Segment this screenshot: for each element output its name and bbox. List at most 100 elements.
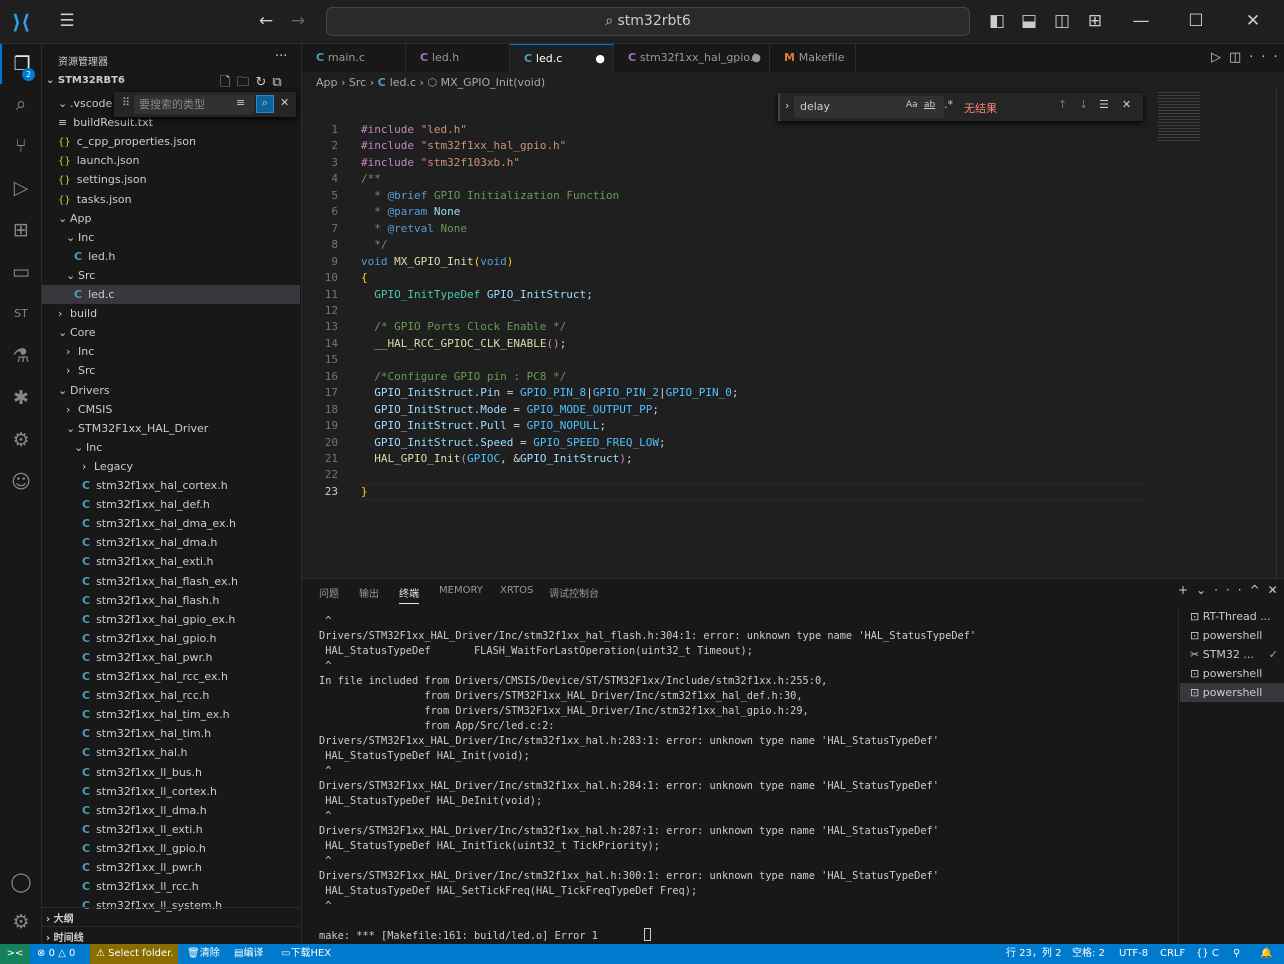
tree-item[interactable]: Cstm32f1xx_hal_tim.h <box>42 724 300 743</box>
tree-item[interactable]: {} launch.json <box>42 151 300 170</box>
breadcrumb-item[interactable]: Src <box>349 76 366 89</box>
tree-item[interactable]: Cstm32f1xx_hal_rcc.h <box>42 686 300 705</box>
tree-item[interactable]: › Src <box>42 361 300 380</box>
tree-item[interactable]: {} settings.json <box>42 170 300 189</box>
tree-item[interactable]: Cstm32f1xx_ll_cortex.h <box>42 782 300 801</box>
maximize-panel-icon[interactable]: ^ <box>1250 583 1268 597</box>
find-input[interactable]: delay <box>794 96 944 118</box>
tree-item[interactable]: ⌄ App <box>42 209 300 228</box>
indentation[interactable]: 空格: 2 <box>1072 944 1105 964</box>
language-mode[interactable]: {} C <box>1196 944 1219 964</box>
panel-tab-5[interactable]: 调试控制台 <box>549 585 599 600</box>
tree-item[interactable]: Cstm32f1xx_ll_pwr.h <box>42 858 300 877</box>
tree-item[interactable]: › build <box>42 304 300 323</box>
toggle-sidebar-icon[interactable]: ◧ <box>986 10 1008 32</box>
tree-item[interactable]: Cstm32f1xx_hal_gpio.h <box>42 629 300 648</box>
tree-item[interactable]: › Legacy <box>42 457 300 476</box>
tab-led-c[interactable]: C led.c ● <box>510 44 614 72</box>
tree-item[interactable]: Cstm32f1xx_ll_dma.h <box>42 801 300 820</box>
platformio-icon[interactable]: ☺ <box>0 462 42 502</box>
copilot-icon[interactable]: ⚲ <box>1233 944 1240 964</box>
match-case-icon[interactable]: Aa <box>906 100 918 110</box>
split-editor-icon[interactable]: ◫ <box>1229 50 1249 65</box>
new-terminal-icon[interactable]: +⌄ <box>1178 583 1214 597</box>
find-in-selection-icon[interactable]: ☰ <box>1099 98 1109 111</box>
previous-match-icon[interactable]: ↑ <box>1058 98 1067 111</box>
source-control-icon[interactable]: ⑂ <box>0 126 42 166</box>
rt-thread-icon[interactable]: ✱ <box>0 378 42 418</box>
tree-item[interactable]: {} c_cpp_properties.json <box>42 132 300 151</box>
run-debug-icon[interactable]: ▷ <box>0 168 42 208</box>
remote-indicator[interactable]: >< <box>0 944 30 964</box>
workspace-root[interactable]: ⌄ STM32RBT6 <box>46 75 125 86</box>
unsaved-dot-icon[interactable]: ● <box>595 45 605 73</box>
tree-item[interactable]: Cstm32f1xx_hal_cortex.h <box>42 476 300 495</box>
tree-item[interactable]: Cstm32f1xx_hal.h <box>42 743 300 762</box>
tree-item[interactable]: Cstm32f1xx_hal_gpio_ex.h <box>42 610 300 629</box>
extensions-icon[interactable]: ⊞ <box>0 210 42 250</box>
encoding[interactable]: UTF-8 <box>1119 944 1148 964</box>
drag-handle-icon[interactable]: ⠿ <box>122 96 130 109</box>
tree-item[interactable]: › CMSIS <box>42 400 300 419</box>
terminal-instance[interactable]: ⊡ powershell <box>1180 683 1284 702</box>
clean-button[interactable]: 🗑清除 <box>187 944 220 964</box>
close-panel-icon[interactable]: ✕ <box>1268 583 1284 597</box>
panel-tab-3[interactable]: MEMORY <box>439 585 483 596</box>
tree-item[interactable]: Cled.c <box>42 285 300 304</box>
remote-explorer-icon[interactable]: ▭ <box>0 252 42 292</box>
tree-item[interactable]: ⌄ Inc <box>42 228 300 247</box>
tree-item[interactable]: Cled.h <box>42 247 300 266</box>
tree-item[interactable]: Cstm32f1xx_hal_def.h <box>42 495 300 514</box>
build-button[interactable]: ▤编译 <box>234 944 263 964</box>
terminal-instance[interactable]: ⊡ powershell <box>1180 626 1284 645</box>
tab-led-h[interactable]: C led.h <box>406 44 510 72</box>
terminal-instance[interactable]: ✂ STM32 ... ✓ <box>1180 645 1284 664</box>
tree-item[interactable]: Cstm32f1xx_ll_exti.h <box>42 820 300 839</box>
tree-item[interactable]: Cstm32f1xx_ll_bus.h <box>42 763 300 782</box>
toggle-panel-icon[interactable]: ⬓ <box>1018 10 1040 32</box>
unsaved-dot-icon[interactable]: ● <box>751 44 761 72</box>
tree-item[interactable]: Cstm32f1xx_ll_gpio.h <box>42 839 300 858</box>
refresh-icon[interactable]: ↻ <box>255 75 272 90</box>
maximize-icon[interactable]: ☐ <box>1185 10 1207 32</box>
tree-item[interactable]: Cstm32f1xx_hal_rcc_ex.h <box>42 667 300 686</box>
tree-item[interactable]: Cstm32f1xx_hal_pwr.h <box>42 648 300 667</box>
tree-item[interactable]: Cstm32f1xx_hal_exti.h <box>42 552 300 571</box>
more-icon[interactable]: ··· <box>1214 583 1249 597</box>
tree-item[interactable]: Cstm32f1xx_hal_dma_ex.h <box>42 514 300 533</box>
fuzzy-match-icon[interactable]: ⌕ <box>256 95 274 113</box>
tree-item[interactable]: ⌄ Core <box>42 323 300 342</box>
tab-main-c[interactable]: C main.c <box>302 44 406 72</box>
tree-item[interactable]: ⌄ STM32F1xx_HAL_Driver <box>42 419 300 438</box>
forward-arrow-icon[interactable]: → <box>287 10 309 32</box>
panel-tab-4[interactable]: XRTOS <box>500 585 533 596</box>
terminal-instance[interactable]: ⊡ RT-Thread ... <box>1180 607 1284 626</box>
customize-layout-icon[interactable]: ⊞ <box>1084 10 1106 32</box>
regex-icon[interactable]: .* <box>944 98 953 111</box>
panel-tab-2[interactable]: 终端 <box>399 585 419 604</box>
tree-item[interactable]: Cstm32f1xx_hal_dma.h <box>42 533 300 552</box>
tree-item[interactable]: Cstm32f1xx_hal_flash.h <box>42 591 300 610</box>
toggle-secondary-sidebar-icon[interactable]: ◫ <box>1051 10 1073 32</box>
problems-indicator[interactable]: ⊗ 0 △ 0 <box>37 944 75 964</box>
tree-item[interactable]: › Inc <box>42 342 300 361</box>
outline-section[interactable]: › 大纲 <box>42 907 300 927</box>
testing-icon[interactable]: ⚗ <box>0 336 42 376</box>
more-actions-icon[interactable]: ··· <box>275 49 287 64</box>
stm32-icon[interactable]: ST <box>0 294 42 334</box>
tree-item[interactable]: {} tasks.json <box>42 190 300 209</box>
panel-tab-0[interactable]: 问题 <box>319 585 339 600</box>
new-folder-icon[interactable]: 🗀 <box>236 75 255 90</box>
whole-word-icon[interactable]: ab <box>924 100 935 110</box>
more-icon[interactable]: ··· <box>1249 50 1284 65</box>
minimap[interactable] <box>1158 92 1200 142</box>
panel-tab-1[interactable]: 输出 <box>359 585 379 600</box>
settings-gear-icon[interactable]: ⚙ <box>0 902 42 942</box>
breadcrumb-item[interactable]: led.c <box>390 76 416 89</box>
back-arrow-icon[interactable]: ← <box>255 10 277 32</box>
tree-item[interactable]: ⌄ Drivers <box>42 381 300 400</box>
tree-item[interactable]: Cstm32f1xx_hal_tim_ex.h <box>42 705 300 724</box>
tab-stm32f1xx_hal_gpio-h[interactable]: C stm32f1xx_hal_gpio.h ● <box>614 44 770 72</box>
terminal-instance[interactable]: ⊡ powershell <box>1180 664 1284 683</box>
cmake-icon[interactable]: ⚙ <box>0 420 42 460</box>
